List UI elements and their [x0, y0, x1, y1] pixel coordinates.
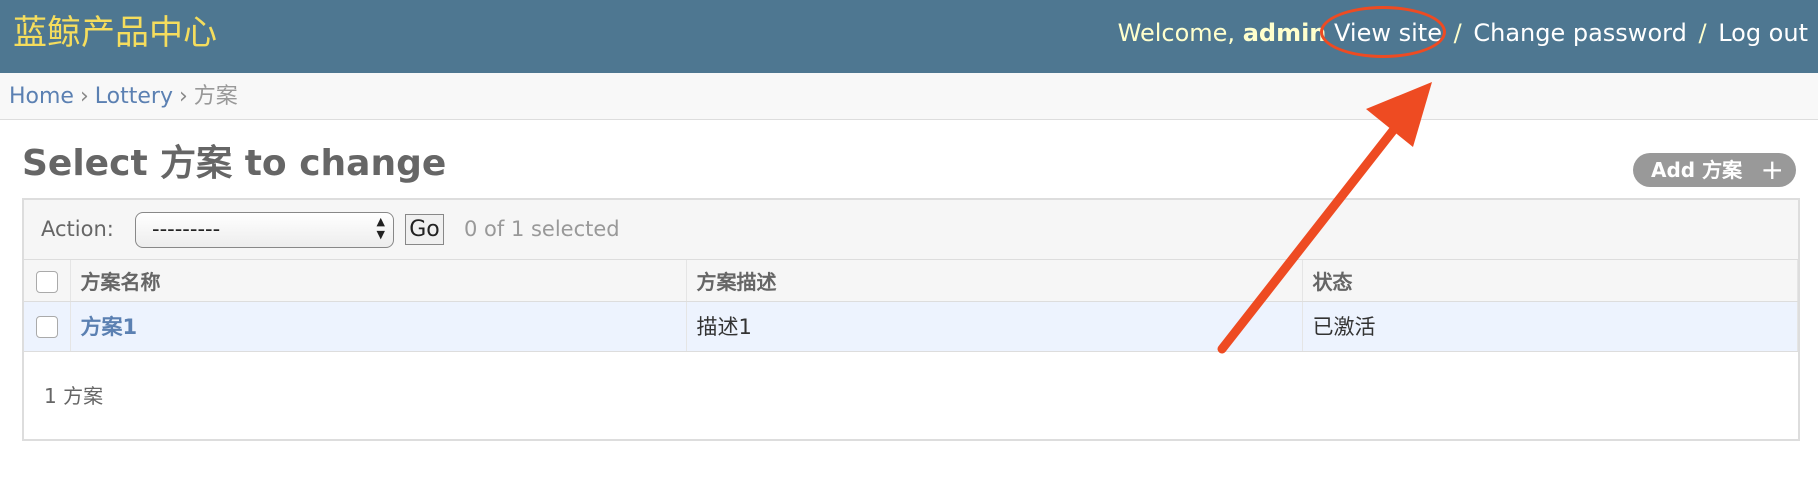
username: admin — [1242, 19, 1327, 47]
welcome-text: Welcome, — [1117, 19, 1236, 47]
select-all-checkbox[interactable] — [35, 270, 58, 293]
paginator: 1 方案 — [44, 384, 104, 408]
selection-counter: 0 of 1 selected — [464, 217, 620, 241]
cell-description: 描述1 — [686, 301, 1303, 352]
action-select[interactable]: --------- ▲ ▼ — [135, 212, 394, 248]
header-bar: 蓝鲸产品中心 Welcome, admin View site / Change… — [0, 0, 1818, 73]
add-button-label: Add 方案 — [1651, 158, 1743, 182]
plus-icon: + — [1760, 153, 1784, 186]
table-header-row: 方案名称 方案描述 状态 — [24, 260, 1798, 302]
view-site-link[interactable]: View site — [1334, 19, 1442, 47]
go-button[interactable]: Go — [405, 214, 444, 245]
change-password-link[interactable]: Change password — [1473, 19, 1686, 47]
breadcrumb-current: 方案 — [193, 84, 238, 109]
site-branding[interactable]: 蓝鲸产品中心 — [13, 13, 217, 53]
breadcrumb-home[interactable]: Home — [9, 84, 74, 109]
view-site-wrapper: View site — [1320, 6, 1447, 58]
plan-link[interactable]: 方案1 — [81, 315, 138, 339]
action-label: Action: — [41, 217, 114, 241]
breadcrumb-separator: › — [79, 84, 89, 109]
cell-status: 已激活 — [1302, 301, 1798, 352]
column-header-name[interactable]: 方案名称 — [70, 260, 687, 302]
row-select-cell — [24, 301, 71, 352]
separator: / — [1453, 19, 1462, 47]
log-out-link[interactable]: Log out — [1718, 19, 1808, 47]
breadcrumb-app[interactable]: Lottery — [95, 84, 173, 109]
add-plan-button[interactable]: Add 方案 + — [1633, 153, 1796, 187]
table-row: 方案1 描述1 已激活 — [24, 301, 1798, 352]
select-arrows-icon: ▲ ▼ — [376, 215, 385, 241]
select-all-cell — [24, 260, 71, 302]
changelist-module: Action: --------- ▲ ▼ Go 0 of 1 selected … — [22, 198, 1800, 441]
page-title: Select 方案 to change — [22, 143, 447, 184]
action-select-value: --------- — [152, 217, 221, 241]
user-tools: Welcome, admin View site / Change passwo… — [1117, 6, 1808, 58]
result-table: 方案名称 方案描述 状态 方案1 描述1 已激活 — [24, 260, 1798, 352]
cell-name: 方案1 — [70, 301, 687, 352]
breadcrumb: Home › Lottery › 方案 — [0, 73, 1818, 120]
actions-bar: Action: --------- ▲ ▼ Go 0 of 1 selected — [24, 200, 1798, 260]
breadcrumb-separator: › — [178, 84, 188, 109]
separator: / — [1698, 19, 1707, 47]
row-checkbox[interactable] — [35, 316, 58, 338]
column-header-status[interactable]: 状态 — [1302, 260, 1798, 302]
column-header-description[interactable]: 方案描述 — [686, 260, 1303, 302]
